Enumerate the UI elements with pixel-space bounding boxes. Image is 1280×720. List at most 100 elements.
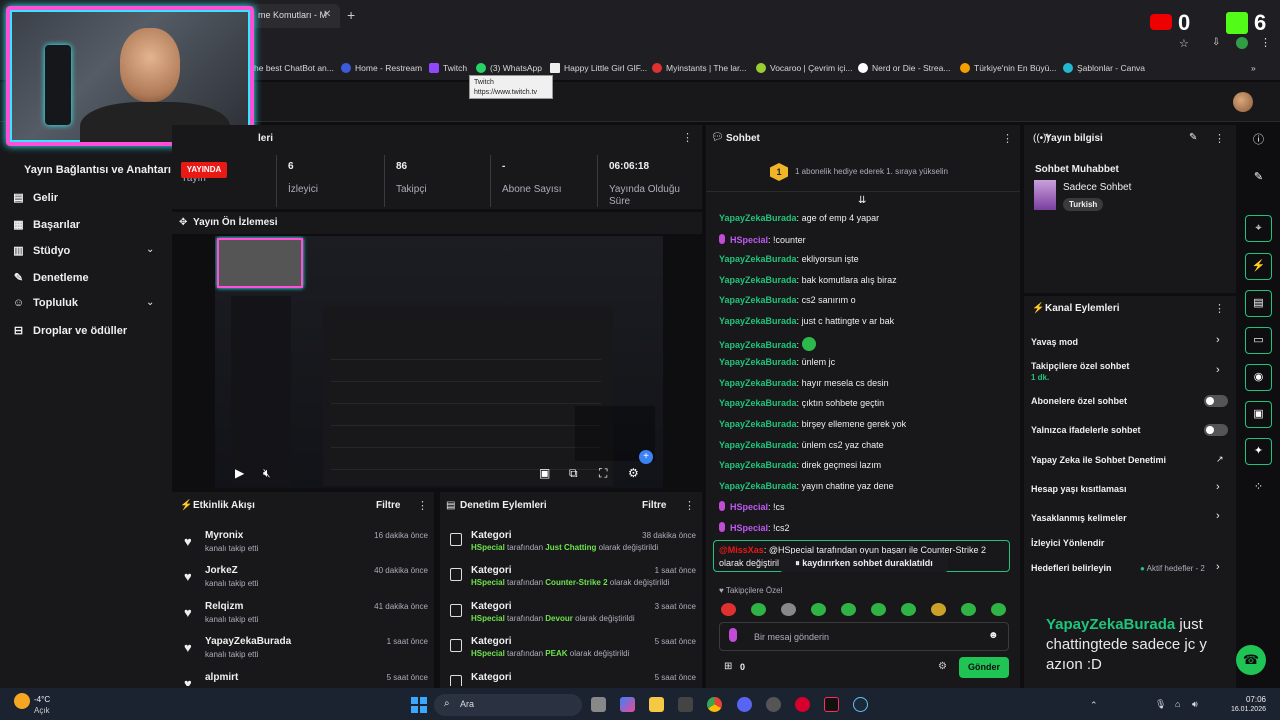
activity-filter-button[interactable]: Filtre <box>376 500 400 511</box>
action-banned-words[interactable]: Yasaklanmış kelimeler <box>1031 513 1127 523</box>
send-button[interactable]: Gönder <box>959 657 1009 678</box>
nav-item-studio[interactable]: ▥ Stüdyo <box>12 244 70 258</box>
activity-menu-icon[interactable]: ⋮ <box>417 499 428 512</box>
profile-avatar[interactable] <box>1236 37 1248 49</box>
bookmark-star-icon[interactable]: ☆ <box>1179 37 1189 50</box>
new-tab-button[interactable]: + <box>347 7 355 23</box>
bookmark-item[interactable]: Twitch <box>429 63 467 73</box>
chevron-down-icon[interactable]: ⌄ <box>146 244 154 255</box>
external-link-icon[interactable]: ↗ <box>1216 454 1224 465</box>
emote-icon[interactable] <box>871 603 886 616</box>
chat-username[interactable]: YapayZekaBurada <box>719 316 797 326</box>
channel-points-icon[interactable]: ⊞ <box>724 661 732 672</box>
chat-paused-notice[interactable]: ⏸ kaydırırken sohbet duraklatıldı <box>780 554 948 572</box>
tray-chevron-icon[interactable]: ⌃ <box>1090 700 1098 711</box>
emote-icon[interactable] <box>781 603 796 616</box>
network-icon[interactable]: ⌂ <box>1175 699 1180 709</box>
chat-menu-icon[interactable]: ⋮ <box>1002 132 1013 145</box>
bookmark-item[interactable]: Home - Restream <box>341 63 422 73</box>
edit-icon[interactable]: ✎ <box>1189 132 1197 143</box>
scroll-to-bottom-icon[interactable]: ⇊ <box>858 195 866 206</box>
lightning-icon[interactable]: ⚡ <box>1245 253 1272 280</box>
stream-info-menu-icon[interactable]: ⋮ <box>1214 132 1225 145</box>
bookmark-item[interactable]: Türkiye'nin En Büyü... <box>960 63 1056 73</box>
broadcast-icon[interactable]: ◉ <box>1245 364 1272 391</box>
chat-username[interactable]: YapayZekaBurada <box>719 213 797 223</box>
wrench-icon[interactable]: ✦ <box>1245 438 1272 465</box>
info-icon[interactable]: ⓘ <box>1245 128 1272 155</box>
chevron-right-icon[interactable]: › <box>1216 364 1220 376</box>
chat-username[interactable]: HSpecial <box>730 235 768 245</box>
chat-username[interactable]: YapayZekaBurada <box>719 295 797 305</box>
emote-icon[interactable] <box>841 603 856 616</box>
chat-username[interactable]: YapayZekaBurada <box>719 357 797 367</box>
task-view-icon[interactable] <box>591 697 606 712</box>
bookmark-item[interactable]: he best ChatBot an... <box>254 63 334 73</box>
clip-icon[interactable]: ⌖ <box>1245 215 1272 242</box>
stats-menu-icon[interactable]: ⋮ <box>682 131 693 144</box>
downloads-icon[interactable]: ⇩ <box>1212 37 1220 48</box>
plus-icon[interactable]: + <box>639 450 653 464</box>
chat-username[interactable]: YapayZekaBurada <box>719 440 797 450</box>
browser-menu-icon[interactable]: ⋮ <box>1260 36 1271 49</box>
modlog-filter-button[interactable]: Filtre <box>642 500 666 511</box>
taskbar-search[interactable]: Ara <box>434 694 582 716</box>
chevron-down-icon[interactable]: ⌄ <box>146 297 154 308</box>
document-icon[interactable]: ▤ <box>1245 290 1272 317</box>
modlog-menu-icon[interactable]: ⋮ <box>684 499 695 512</box>
chat-username[interactable]: YapayZekaBurada <box>719 340 797 350</box>
chat-settings-icon[interactable]: ⚙ <box>938 661 947 672</box>
emote-icon[interactable] <box>931 603 946 616</box>
nav-item-moderation[interactable]: ✎ Denetleme <box>12 271 89 285</box>
chat-input[interactable]: Bir mesaj gönderin <box>719 622 1009 651</box>
obs-icon[interactable] <box>766 697 781 712</box>
gift-leaderboard-banner[interactable]: 1 1 abonelik hediye ederek 1. sıraya yük… <box>706 152 1020 192</box>
user-avatar[interactable] <box>1233 92 1253 112</box>
discord-icon[interactable] <box>737 697 752 712</box>
nav-item-achievements[interactable]: ▦ Başarılar <box>12 218 80 232</box>
action-ai-moderation[interactable]: Yapay Zeka ile Sohbet Denetimi <box>1031 455 1166 465</box>
stream-tag[interactable]: Turkish <box>1063 198 1104 211</box>
action-goals[interactable]: Hedefleri belirleyin <box>1031 563 1112 573</box>
action-raid[interactable]: İzleyici Yönlendir <box>1031 538 1104 548</box>
emote-picker-icon[interactable]: ☻ <box>988 630 999 641</box>
emote-icon[interactable] <box>751 603 766 616</box>
chevron-right-icon[interactable]: › <box>1216 510 1220 522</box>
chat-username[interactable]: YapayZekaBurada <box>719 378 797 388</box>
tab-close-icon[interactable]: ✕ <box>323 9 331 20</box>
pip-icon[interactable]: ▣ <box>539 466 550 480</box>
bookmark-item[interactable]: Nerd or Die - Strea... <box>858 63 950 73</box>
chat-username[interactable]: HSpecial <box>730 523 768 533</box>
chat-username[interactable]: YapayZekaBurada <box>719 419 797 429</box>
channel-actions-menu-icon[interactable]: ⋮ <box>1214 302 1225 315</box>
app-icon[interactable] <box>678 697 693 712</box>
fullscreen-icon[interactable]: ⛶ <box>599 466 607 481</box>
tiktok-icon[interactable] <box>824 697 839 712</box>
chevron-right-icon[interactable]: › <box>1216 561 1220 573</box>
stream-category[interactable]: Sadece Sohbet <box>1063 182 1131 193</box>
chat-username[interactable]: YapayZekaBurada <box>719 460 797 470</box>
mute-icon[interactable]: 🔇︎ <box>263 466 271 481</box>
emote-icon[interactable] <box>811 603 826 616</box>
action-slow-mode[interactable]: Yavaş mod <box>1031 337 1078 347</box>
stream-preview-video[interactable] <box>215 236 663 488</box>
action-subs-only[interactable]: Abonelere özel sohbet <box>1031 396 1127 406</box>
emote-icon[interactable] <box>991 603 1006 616</box>
nav-item-drops[interactable]: ⊟ Droplar ve ödüller <box>12 324 127 338</box>
popout-icon[interactable]: ⧉ <box>569 466 578 481</box>
bookmark-item[interactable]: Myinstants | The lar... <box>652 63 746 73</box>
bookmarks-overflow-icon[interactable]: » <box>1251 63 1256 73</box>
play-icon[interactable]: ▶ <box>235 466 244 480</box>
file-explorer-icon[interactable] <box>649 697 664 712</box>
bookmark-item[interactable]: Şablonlar - Canva <box>1063 63 1145 73</box>
emote-icon[interactable] <box>901 603 916 616</box>
action-followers-only[interactable]: Takipçilere özel sohbet <box>1031 361 1129 371</box>
copilot-icon[interactable] <box>620 697 635 712</box>
chat-username[interactable]: YapayZekaBurada <box>719 481 797 491</box>
emote-icon[interactable] <box>721 603 736 616</box>
apps-icon[interactable]: ⁘ <box>1245 475 1272 502</box>
opera-icon[interactable] <box>795 697 810 712</box>
emote-only-toggle[interactable] <box>1204 424 1228 436</box>
bookmark-item[interactable]: Vocaroo | Çevrim içi... <box>756 63 853 73</box>
chat-bubble-icon[interactable]: ▭ <box>1245 327 1272 354</box>
